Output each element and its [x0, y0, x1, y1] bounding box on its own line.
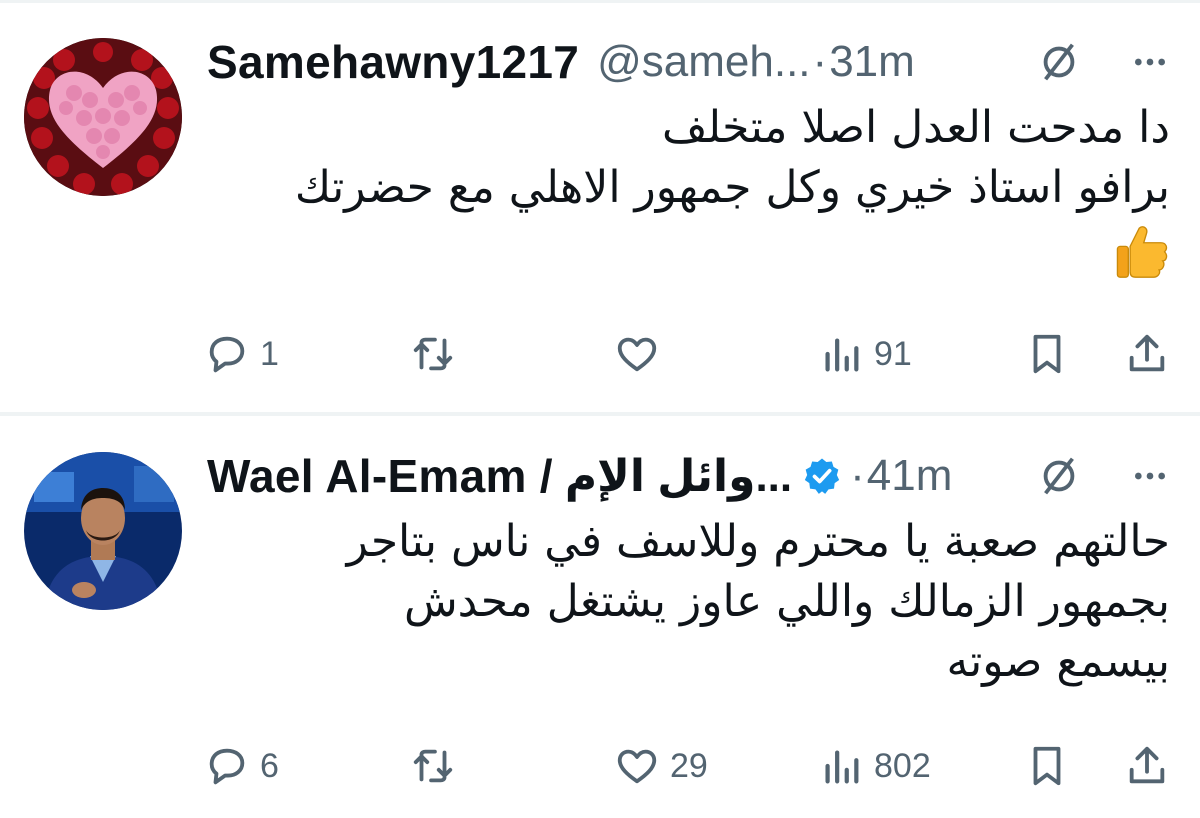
avatar[interactable]	[24, 452, 182, 610]
like-icon	[617, 749, 657, 784]
reply-button[interactable]: 6	[204, 736, 279, 796]
tweet-header: Wael Al-Emam / وائل الإم... · 41m	[207, 446, 1170, 506]
views-button[interactable]: 802	[818, 736, 931, 796]
tweet-text: حالتهم صعبة يا محترم وللاسف في ناس بتاجر…	[347, 512, 1170, 692]
bookmark-icon	[1033, 334, 1061, 374]
views-icon	[825, 338, 859, 372]
repost-button[interactable]	[410, 736, 466, 796]
separator-dot: ·	[812, 37, 828, 86]
reply-icon	[209, 336, 245, 373]
bookmark-button[interactable]	[1024, 324, 1070, 384]
views-button[interactable]: 91	[818, 324, 912, 384]
bookmark-button[interactable]	[1024, 736, 1070, 796]
tweet-header: Samehawny1217 @sameh... · 31m	[207, 32, 1170, 92]
share-icon	[1129, 746, 1165, 784]
reply-count: 1	[260, 334, 279, 373]
grok-icon[interactable]	[1036, 453, 1082, 499]
views-count: 802	[874, 746, 931, 785]
display-name[interactable]: Samehawny1217	[207, 35, 579, 89]
like-icon	[617, 337, 657, 372]
repost-button[interactable]	[410, 324, 466, 384]
display-name[interactable]: Wael Al-Emam /	[207, 449, 553, 503]
avatar[interactable]	[24, 38, 182, 196]
bookmark-icon	[1033, 746, 1061, 786]
tweet-line: حالتهم صعبة يا محترم وللاسف في ناس بتاجر	[346, 516, 1170, 567]
action-bar: 1 91	[204, 324, 1170, 384]
tweet[interactable]: Samehawny1217 @sameh... · 31m دا مدحت ال…	[0, 0, 1200, 412]
repost-icon	[413, 749, 453, 783]
tweet-line: بيسمع صوته	[946, 636, 1170, 687]
share-icon	[1129, 334, 1165, 372]
like-button[interactable]	[614, 324, 670, 384]
timestamp[interactable]: 41m	[867, 451, 953, 501]
like-button[interactable]: 29	[614, 736, 708, 796]
reply-icon	[209, 748, 245, 785]
repost-icon	[413, 337, 453, 371]
share-button[interactable]	[1124, 324, 1170, 384]
tweet-line: برافو استاذ خيري وكل جمهور الاهلي مع حضر…	[294, 162, 1170, 213]
views-icon	[825, 750, 859, 784]
user-handle[interactable]: @sameh...	[597, 37, 810, 87]
views-count: 91	[874, 334, 912, 373]
more-icon[interactable]	[1130, 456, 1170, 496]
share-button[interactable]	[1124, 736, 1170, 796]
action-bar: 6 29 802	[204, 736, 1170, 796]
tweet-line: دا مدحت العدل اصلا متخلف	[662, 102, 1170, 153]
thumbs-up-icon	[1116, 226, 1168, 278]
reply-button[interactable]: 1	[204, 324, 279, 384]
grok-icon[interactable]	[1036, 39, 1082, 85]
more-icon[interactable]	[1130, 42, 1170, 82]
verified-badge-icon	[804, 458, 840, 494]
tweet-text: دا مدحت العدل اصلا متخلف برافو استاذ خير…	[295, 98, 1170, 279]
separator-dot: ·	[850, 451, 865, 500]
tweet-line: بجمهور الزمالك واللي عاوز يشتغل محدش	[403, 576, 1170, 627]
tweet[interactable]: Wael Al-Emam / وائل الإم... · 41m حالتهم…	[0, 416, 1200, 818]
like-count: 29	[670, 746, 708, 785]
reply-count: 6	[260, 746, 279, 785]
display-name-arabic[interactable]: وائل الإم...	[565, 451, 792, 502]
timestamp[interactable]: 31m	[829, 37, 915, 87]
